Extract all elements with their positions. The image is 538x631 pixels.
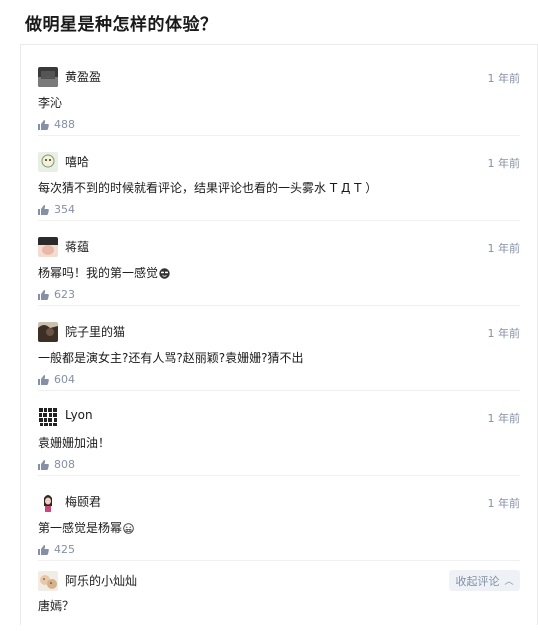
chevron-up-icon: ︿ [504, 577, 514, 587]
comment-time: 1 年前 [487, 72, 521, 85]
author-name[interactable]: 院子里的猫 [65, 323, 125, 340]
author-name[interactable]: 梅颐君 [65, 493, 101, 510]
grimace-face-emoji-icon [123, 523, 134, 534]
avatar[interactable] [38, 492, 58, 512]
author-name[interactable]: 嘻哈 [65, 153, 89, 170]
like-button[interactable]: 488 [38, 118, 75, 131]
comment-item: 院子里的猫 1 年前 一般都是演女主?还有人骂?赵丽颖?袁姗姗?猜不出 604 [38, 306, 520, 391]
thumbs-up-icon [38, 119, 49, 130]
like-count: 488 [54, 118, 75, 131]
avatar[interactable] [38, 407, 58, 427]
like-count: 354 [54, 203, 75, 216]
avatar[interactable] [38, 322, 58, 342]
comment-text: 每次猜不到的时候就看评论，结果评论也看的一头雾水 T Д T ） [38, 181, 378, 195]
like-count: 425 [54, 543, 75, 556]
avatar[interactable] [38, 152, 58, 172]
comment-item: 梅颐君 1 年前 第一感觉是杨幂 425 [38, 476, 520, 561]
comment-text: 第一感觉是杨幂 [38, 519, 134, 536]
comment-text: 唐嫣？ [38, 599, 75, 613]
comment-time: 1 年前 [487, 412, 521, 425]
comment-item: Lyon 1 年前 袁姗姗加油！ 808 [38, 391, 520, 476]
comment-time: 1 年前 [487, 242, 521, 255]
like-button[interactable]: 425 [38, 543, 75, 556]
collapse-comments-button[interactable]: 收起评论 ︿ [449, 570, 520, 591]
author-name[interactable]: 黄盈盈 [65, 68, 101, 85]
thumbs-up-icon [38, 204, 49, 215]
comment-text-body: 杨幂吗！我的第一感觉 [38, 266, 159, 280]
comment-text-body: 第一感觉是杨幂 [38, 521, 123, 535]
comment-text: 李沁 [38, 96, 63, 110]
like-count: 604 [54, 373, 75, 386]
like-count: 623 [54, 288, 75, 301]
page-title: 做明星是种怎样的体验？ [25, 15, 218, 35]
comment-text: 杨幂吗！我的第一感觉 [38, 264, 170, 281]
like-count: 808 [54, 458, 75, 471]
comment-item: 阿乐的小灿灿 收起评论 ︿ 唐嫣？ [38, 561, 520, 631]
comment-item: 黄盈盈 1 年前 李沁 488 [38, 51, 520, 136]
like-button[interactable]: 354 [38, 203, 75, 216]
avatar[interactable] [38, 237, 58, 257]
thumbs-up-icon [38, 289, 49, 300]
thumbs-up-icon [38, 544, 49, 555]
comment-time: 1 年前 [487, 157, 521, 170]
avatar[interactable] [38, 67, 58, 87]
thumbs-up-icon [38, 459, 49, 470]
thumbs-up-icon [38, 374, 49, 385]
like-button[interactable]: 623 [38, 288, 75, 301]
comment-list: 黄盈盈 1 年前 李沁 488 嘻哈 1 年前 每次猜不到的时候就看评论，结果评… [20, 44, 538, 625]
comment-item: 蒋蕴 1 年前 杨幂吗！我的第一感觉 623 [38, 221, 520, 306]
like-button[interactable]: 604 [38, 373, 75, 386]
author-name[interactable]: 阿乐的小灿灿 [65, 572, 137, 589]
comment-text: 一般都是演女主?还有人骂?赵丽颖?袁姗姗?猜不出 [38, 351, 304, 365]
author-name[interactable]: 蒋蕴 [65, 238, 89, 255]
collapse-label: 收起评论 [455, 574, 500, 588]
comment-item: 嘻哈 1 年前 每次猜不到的时候就看评论，结果评论也看的一头雾水 T Д T ）… [38, 136, 520, 221]
comment-time: 1 年前 [487, 327, 521, 340]
cool-face-emoji-icon [159, 268, 170, 279]
comment-text: 袁姗姗加油！ [38, 436, 111, 450]
comment-time: 1 年前 [487, 497, 521, 510]
avatar[interactable] [38, 571, 58, 591]
author-name[interactable]: Lyon [65, 408, 93, 422]
like-button[interactable]: 808 [38, 458, 75, 471]
